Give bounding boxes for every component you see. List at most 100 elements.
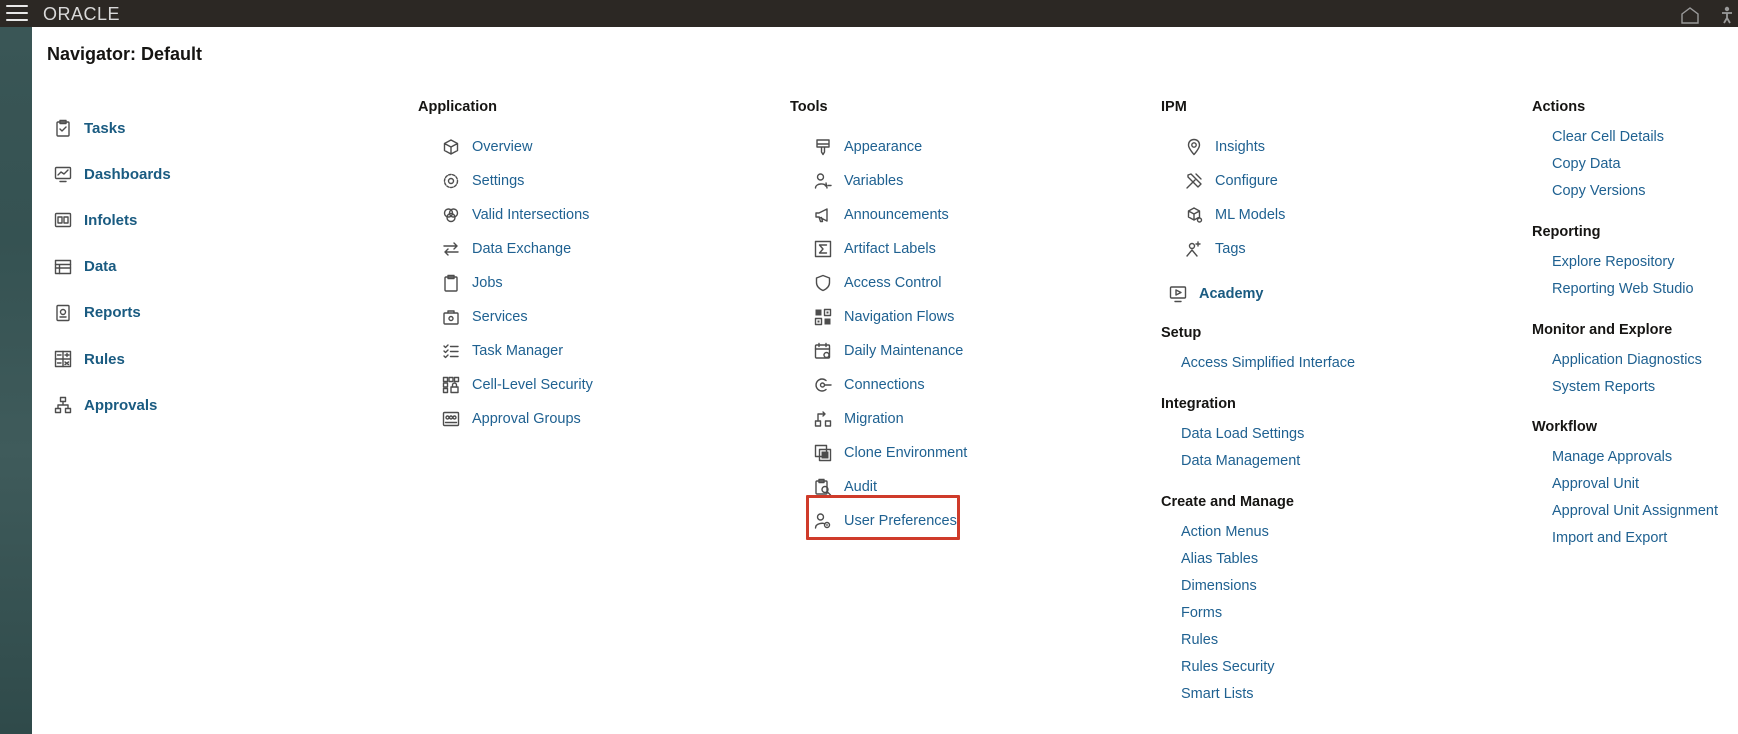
nav-item-tasks[interactable]: Tasks [54,105,304,151]
link-copy-data[interactable]: Copy Data [1552,151,1664,178]
tools-icon [1186,173,1202,189]
nav-item-reports[interactable]: Reports [54,290,304,336]
tools-section: Tools Appearance Variables Announcements… [790,97,967,538]
application-section: Application Overview Settings Valid Inte… [418,97,593,436]
menu-item-access-control[interactable]: Access Control [814,266,967,300]
link-action-menus[interactable]: Action Menus [1181,519,1294,546]
accessibility-user-icon[interactable] [1720,6,1734,24]
top-bar: ORACLE [0,0,1738,27]
link-copy-versions[interactable]: Copy Versions [1552,178,1664,205]
integration-section: Integration Data Load Settings Data Mana… [1161,394,1304,475]
ipm-section: IPM Insights Configure ML Models Tags [1161,97,1285,266]
monitor-and-explore-section: Monitor and Explore Application Diagnost… [1532,320,1702,401]
link-data-load-settings[interactable]: Data Load Settings [1181,421,1304,448]
menu-item-overview[interactable]: Overview [442,130,593,164]
cell-security-icon [442,376,460,394]
link-smart-lists[interactable]: Smart Lists [1181,681,1294,708]
menu-item-artifact-labels[interactable]: Artifact Labels [814,232,967,266]
hamburger-menu-icon[interactable] [6,5,28,22]
migration-icon [814,411,832,427]
section-heading: IPM [1161,99,1187,115]
menu-item-tags[interactable]: Tags [1185,232,1285,266]
menu-item-data-exchange[interactable]: Data Exchange [442,232,593,266]
section-heading: Actions [1532,99,1586,115]
section-heading: Monitor and Explore [1532,322,1673,338]
primary-nav-list: Tasks Dashboards Infolets Data Reports R… [54,105,304,428]
menu-item-variables[interactable]: Variables [814,164,967,198]
actions-section: Actions Clear Cell Details Copy Data Cop… [1532,97,1664,205]
menu-item-clone-environment[interactable]: Clone Environment [814,436,967,470]
link-access-simplified-interface[interactable]: Access Simplified Interface [1181,350,1355,377]
link-manage-approvals[interactable]: Manage Approvals [1552,444,1718,471]
clone-icon [814,444,832,462]
section-heading: Setup [1161,325,1202,341]
oracle-logo: ORACLE [43,4,121,24]
academy-link[interactable]: Academy [1169,279,1263,309]
nav-item-approvals[interactable]: Approvals [54,382,304,428]
menu-item-approval-groups[interactable]: Approval Groups [442,402,593,436]
sigma-icon [814,240,832,258]
section-heading: Application [418,99,497,115]
workflow-section: Workflow Manage Approvals Approval Unit … [1532,417,1718,552]
menu-item-audit[interactable]: Audit [814,470,967,504]
link-data-management[interactable]: Data Management [1181,448,1304,475]
link-clear-cell-details[interactable]: Clear Cell Details [1552,124,1664,151]
link-application-diagnostics[interactable]: Application Diagnostics [1552,347,1702,374]
rules-icon [54,350,72,368]
menu-item-configure[interactable]: Configure [1185,164,1285,198]
section-heading: Tools [790,99,828,115]
dashboards-icon [54,167,72,183]
link-dimensions[interactable]: Dimensions [1181,573,1294,600]
lightbulb-pin-icon [1187,138,1201,156]
link-import-and-export[interactable]: Import and Export [1552,525,1718,552]
setup-section: Setup Access Simplified Interface [1161,323,1355,377]
menu-item-cell-level-security[interactable]: Cell-Level Security [442,368,593,402]
menu-item-ml-models[interactable]: ML Models [1185,198,1285,232]
menu-item-user-preferences[interactable]: User Preferences [814,504,967,538]
nav-item-dashboards[interactable]: Dashboards [54,151,304,197]
background-strip [0,27,32,734]
approval-groups-icon [442,411,460,427]
link-rules-security[interactable]: Rules Security [1181,654,1294,681]
link-reporting-web-studio[interactable]: Reporting Web Studio [1552,276,1694,303]
section-heading: Integration [1161,396,1236,412]
menu-item-insights[interactable]: Insights [1185,130,1285,164]
link-explore-repository[interactable]: Explore Repository [1552,249,1694,276]
page-title: Navigator: Default [47,44,203,64]
menu-item-jobs[interactable]: Jobs [442,266,593,300]
menu-item-settings[interactable]: Settings [442,164,593,198]
shield-icon [815,274,831,292]
menu-item-daily-maintenance[interactable]: Daily Maintenance [814,334,967,368]
infolets-icon [54,213,72,228]
link-system-reports[interactable]: System Reports [1552,374,1702,401]
navigator-panel: Navigator: Default Tasks Dashboards Info… [32,27,1738,734]
nav-item-infolets[interactable]: Infolets [54,197,304,243]
navigation-grid-icon [814,308,832,326]
reports-icon [56,304,70,322]
menu-item-services[interactable]: Services [442,300,593,334]
ml-models-icon [1187,207,1203,223]
menu-item-task-manager[interactable]: Task Manager [442,334,593,368]
menu-item-migration[interactable]: Migration [814,402,967,436]
user-variable-icon [814,173,832,189]
menu-item-connections[interactable]: Connections [814,368,967,402]
clipboard-icon [444,274,458,292]
menu-item-announcements[interactable]: Announcements [814,198,967,232]
home-icon[interactable] [1680,6,1700,24]
link-rules[interactable]: Rules [1181,627,1294,654]
menu-item-appearance[interactable]: Appearance [814,130,967,164]
menu-item-navigation-flows[interactable]: Navigation Flows [814,300,967,334]
paint-brush-icon [816,139,830,156]
menu-item-valid-intersections[interactable]: Valid Intersections [442,198,593,232]
section-heading: Create and Manage [1161,494,1294,510]
link-forms[interactable]: Forms [1181,600,1294,627]
cube-icon [443,139,459,155]
gear-icon [443,173,459,189]
link-approval-unit[interactable]: Approval Unit [1552,471,1718,498]
nav-item-data[interactable]: Data [54,244,304,290]
link-approval-unit-assignment[interactable]: Approval Unit Assignment [1552,498,1718,525]
section-heading: Workflow [1532,419,1597,435]
link-alias-tables[interactable]: Alias Tables [1181,546,1294,573]
nav-item-rules[interactable]: Rules [54,336,304,382]
toolbox-icon [443,310,459,325]
